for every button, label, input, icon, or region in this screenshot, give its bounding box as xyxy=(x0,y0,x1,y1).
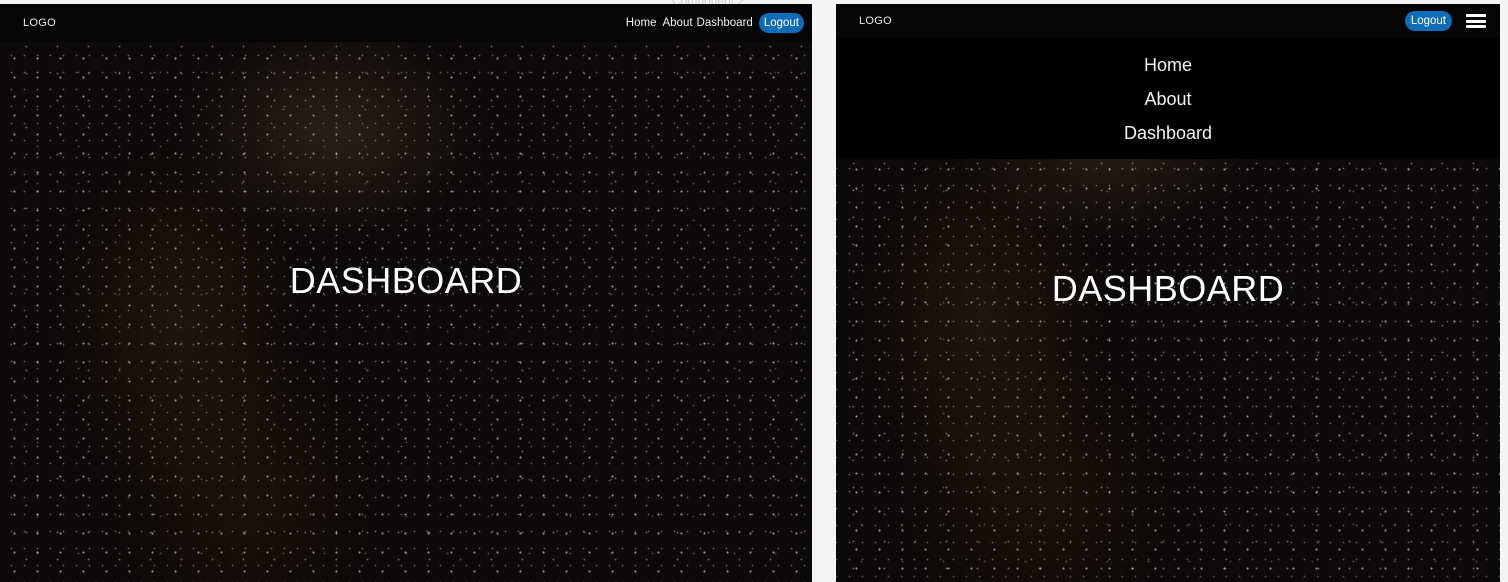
logo[interactable]: LOGO xyxy=(23,17,56,29)
nav-link-dashboard[interactable]: Dashboard xyxy=(697,17,753,29)
mobile-nav-actions: Logout xyxy=(1404,11,1486,31)
hero-title: DASHBOARD xyxy=(289,260,523,301)
hamburger-bar xyxy=(1466,19,1486,23)
mobile-navbar: LOGO Logout xyxy=(836,4,1500,38)
menu-item-about[interactable]: About xyxy=(1144,82,1191,116)
logout-button[interactable]: Logout xyxy=(758,13,804,33)
hamburger-icon[interactable] xyxy=(1466,14,1486,28)
canvas: Component 2 LOGO Home About Dashboard Lo… xyxy=(0,0,1508,582)
menu-item-home[interactable]: Home xyxy=(1144,48,1192,82)
mobile-dropdown-menu: Home About Dashboard xyxy=(836,38,1500,159)
logout-button[interactable]: Logout xyxy=(1404,11,1452,31)
desktop-nav-links: Home About Dashboard Logout xyxy=(626,13,804,33)
hamburger-bar xyxy=(1466,25,1486,28)
hero-title: DASHBOARD xyxy=(1051,268,1285,309)
nav-link-home[interactable]: Home xyxy=(626,17,657,29)
desktop-frame: LOGO Home About Dashboard Logout DASHBOA… xyxy=(0,4,812,582)
mobile-frame: LOGO Logout Home About Dashboard DASHBOA… xyxy=(836,4,1500,582)
desktop-navbar: LOGO Home About Dashboard Logout xyxy=(0,4,812,42)
menu-item-dashboard[interactable]: Dashboard xyxy=(1124,116,1212,150)
hamburger-bar xyxy=(1466,14,1486,17)
logo[interactable]: LOGO xyxy=(859,15,892,27)
nav-link-about[interactable]: About xyxy=(662,17,692,29)
